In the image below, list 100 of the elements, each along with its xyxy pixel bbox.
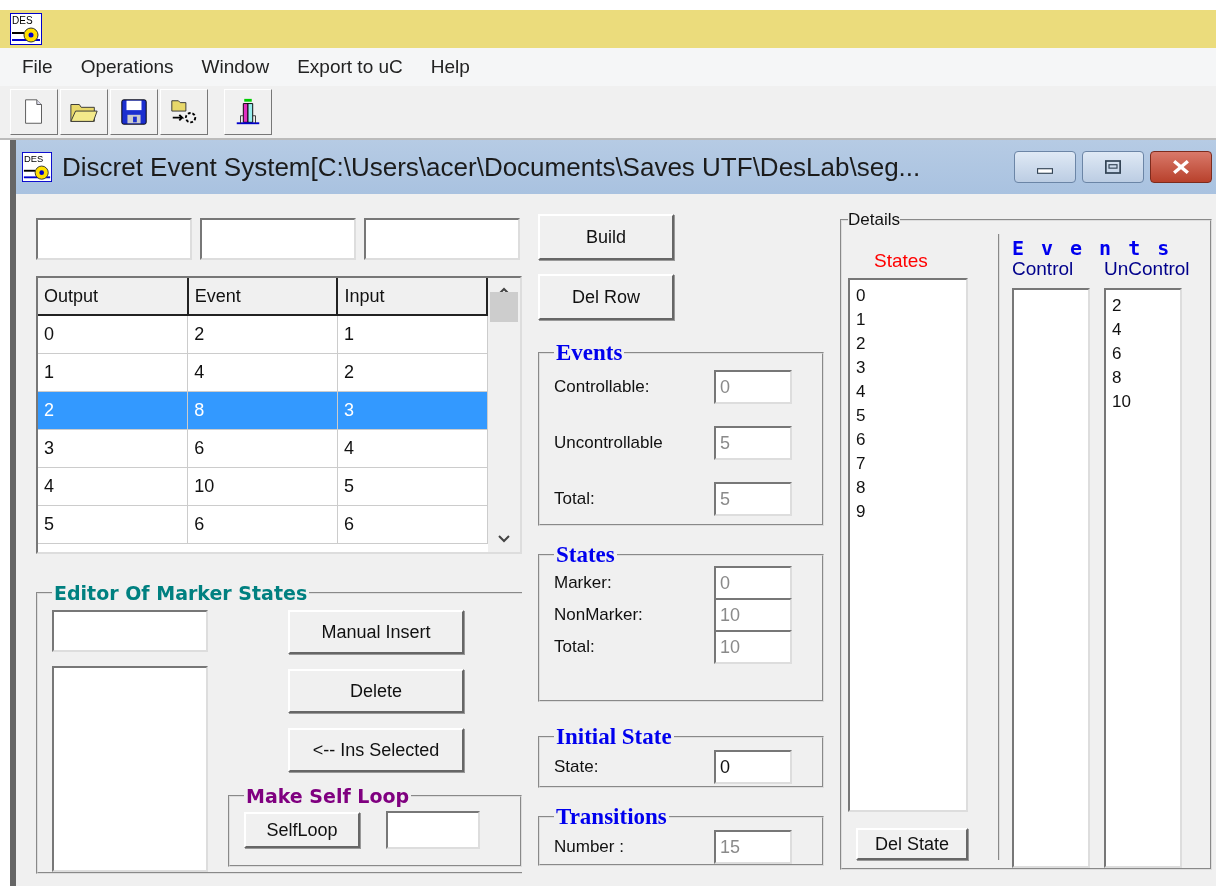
input-field[interactable] <box>52 610 208 652</box>
group-title: Details <box>848 210 900 230</box>
menu-item[interactable]: File <box>22 56 53 78</box>
menu-item[interactable]: Window <box>201 56 270 78</box>
table-cell: 3 <box>38 429 188 467</box>
scroll-thumb[interactable] <box>490 292 519 322</box>
field-label: Marker: <box>554 573 612 593</box>
value-field: 0 <box>714 370 792 404</box>
del-state-button[interactable]: Del State <box>856 828 968 860</box>
input-field[interactable] <box>200 218 356 260</box>
list-item[interactable]: 8 <box>856 476 960 500</box>
table-cell: 6 <box>337 505 488 543</box>
column-header[interactable]: Event <box>187 278 338 315</box>
toolbar-button[interactable] <box>60 89 108 135</box>
column-header[interactable]: Output <box>38 278 188 315</box>
restore-icon <box>1105 160 1121 174</box>
field-label: Number : <box>554 837 624 857</box>
list-box[interactable] <box>1012 288 1090 868</box>
maximize-button[interactable] <box>1082 151 1144 183</box>
menu-item[interactable]: Operations <box>80 56 174 78</box>
scrollbar[interactable] <box>488 278 520 552</box>
table-row[interactable]: 4 10 5 <box>38 467 488 505</box>
list-box[interactable] <box>52 666 208 872</box>
table-cell: 4 <box>337 429 488 467</box>
input-field[interactable] <box>36 218 192 260</box>
table-cell: 1 <box>38 353 188 391</box>
table-cell: 2 <box>38 391 188 429</box>
column-heading: Control <box>1012 258 1074 280</box>
close-icon <box>1173 160 1189 174</box>
table-cell: 5 <box>38 505 188 543</box>
table-row[interactable]: 3 6 4 <box>38 429 488 467</box>
value-field: 10 <box>714 598 792 632</box>
group-title: Transitions <box>555 804 668 830</box>
table-cell: 4 <box>187 353 338 391</box>
value-field: 0 <box>714 566 792 600</box>
list-item[interactable]: 0 <box>856 284 960 308</box>
list-item[interactable]: 2 <box>856 332 960 356</box>
list-item[interactable]: 7 <box>856 452 960 476</box>
minimize-button[interactable] <box>1014 151 1076 183</box>
table-cell: 4 <box>38 467 188 505</box>
list-item[interactable]: 3 <box>856 356 960 380</box>
close-button[interactable] <box>1150 151 1212 183</box>
menu-item[interactable]: Export to uC <box>297 56 403 78</box>
list-item[interactable]: 6 <box>1112 342 1174 366</box>
group-title: Events <box>555 340 624 366</box>
scroll-down-icon[interactable] <box>497 534 512 544</box>
input-field[interactable] <box>386 811 480 849</box>
table-cell: 0 <box>38 315 188 353</box>
action-button[interactable]: Del Row <box>538 274 674 320</box>
group-title: Editor Of Marker States <box>53 582 309 604</box>
table-cell: 3 <box>337 391 488 429</box>
action-button[interactable]: Build <box>538 214 674 260</box>
value-field: 15 <box>714 830 792 864</box>
value-field[interactable]: 0 <box>714 750 792 784</box>
list-item[interactable]: 8 <box>1112 366 1174 390</box>
list-box[interactable]: 2 4 6 8 10 <box>1104 288 1182 868</box>
value-field: 5 <box>714 426 792 460</box>
list-item[interactable]: 10 <box>1112 390 1174 414</box>
value-field: 5 <box>714 482 792 516</box>
field-label: State: <box>554 757 599 777</box>
table-cell: 5 <box>337 467 488 505</box>
field-label: Uncontrollable <box>554 433 663 453</box>
field-label: Total: <box>554 637 595 657</box>
minimize-icon <box>1037 168 1053 174</box>
field-label: Total: <box>554 489 595 509</box>
table-cell: 1 <box>337 315 488 353</box>
group-title: Make Self Loop <box>245 785 411 807</box>
action-button[interactable]: Manual Insert <box>288 610 464 654</box>
table-row[interactable]: 5 6 6 <box>38 505 488 543</box>
value-field: 10 <box>714 630 792 664</box>
field-label: NonMarker: <box>554 605 643 625</box>
list-item[interactable]: 6 <box>856 428 960 452</box>
self-loop-button[interactable]: SelfLoop <box>244 812 360 848</box>
toolbar-button[interactable] <box>224 89 272 135</box>
table-cell: 2 <box>337 353 488 391</box>
toolbar-button[interactable] <box>110 89 158 135</box>
table-cell: 10 <box>187 467 338 505</box>
list-item[interactable]: 5 <box>856 404 960 428</box>
menu-item[interactable]: Help <box>430 56 470 78</box>
save-icon <box>119 97 149 127</box>
group-title: Initial State <box>555 724 673 750</box>
table-cell: 6 <box>187 505 338 543</box>
input-field[interactable] <box>364 218 520 260</box>
column-heading: UnControl <box>1104 258 1190 280</box>
list-item[interactable]: 9 <box>856 500 960 524</box>
list-item[interactable]: 1 <box>856 308 960 332</box>
action-button[interactable]: Delete <box>288 669 464 713</box>
list-item[interactable]: 4 <box>856 380 960 404</box>
column-header[interactable]: Input <box>337 278 488 315</box>
toolbar-button[interactable] <box>160 89 208 135</box>
action-button[interactable]: <-- Ins Selected <box>288 728 464 772</box>
group-title: States <box>555 542 616 568</box>
app-logo-icon: DES <box>10 13 42 45</box>
table-cell: 6 <box>187 429 338 467</box>
list-item[interactable]: 4 <box>1112 318 1174 342</box>
table-cell: 8 <box>187 391 338 429</box>
list-box[interactable]: 0 1 2 3 4 5 6 7 8 9 <box>848 278 968 812</box>
table-row[interactable]: 0 2 1 <box>38 315 488 353</box>
table-row[interactable]: 1 4 2 <box>38 353 488 391</box>
list-item[interactable]: 2 <box>1112 294 1174 318</box>
